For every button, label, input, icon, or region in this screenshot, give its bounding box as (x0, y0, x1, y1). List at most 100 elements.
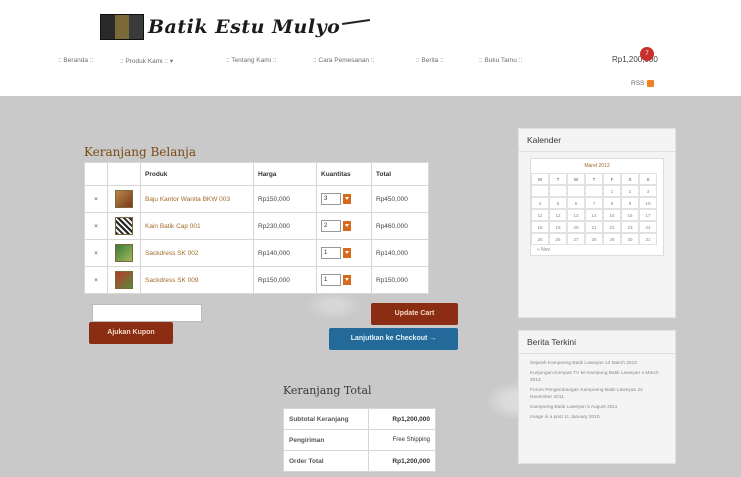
recent-news-widget: Berita Terkini Sejarah Kampoeng Batik La… (518, 330, 676, 464)
totals-row: Pengiriman Free Shipping (283, 429, 436, 451)
remove-column-header (84, 162, 108, 186)
order-total-value: Rp1,200,000 (368, 450, 436, 472)
calendar-day: 23 (621, 221, 639, 233)
proceed-to-checkout-button[interactable]: Lanjutkan ke Checkout → (329, 328, 458, 350)
product-thumbnail[interactable] (115, 190, 133, 208)
weekday-label: T (549, 173, 567, 185)
weekday-label: M (531, 173, 549, 185)
calendar-caption: Maret 2013 (584, 163, 610, 169)
calendar-day: 20 (567, 221, 585, 233)
remove-item-button[interactable]: × (84, 266, 108, 294)
calendar-widget: Kalender Maret 2013 M T W T F S S 1 2 3 … (518, 128, 676, 318)
cart-table: Produk Harga Kuantitas Total × Baju Kant… (84, 162, 429, 294)
nav-item-berita[interactable]: :: Berita :: (416, 57, 444, 64)
calendar-prev-month-link[interactable]: « Nov (531, 245, 663, 255)
calendar-widget-title: Kalender (519, 129, 675, 152)
calendar-day: 10 (639, 197, 657, 209)
calendar-day: 31 (639, 233, 657, 245)
product-name-link[interactable]: Sackdress SK 009 (140, 266, 254, 294)
calendar-week-row: 11 12 13 14 15 16 17 (531, 209, 663, 221)
weekday-label: S (621, 173, 639, 185)
cart-count-badge[interactable]: 7 (640, 47, 654, 61)
update-cart-button[interactable]: Update Cart (371, 303, 458, 325)
calendar-day: 30 (621, 233, 639, 245)
total-column-header: Total (371, 162, 429, 186)
quantity-stepper[interactable]: 1 (321, 247, 351, 259)
nav-item-buku-tamu[interactable]: :: Buku Tamu :: (479, 57, 522, 64)
calendar-week-row: 1 2 3 (531, 185, 663, 197)
calendar-day: 28 (585, 233, 603, 245)
weekday-label: F (603, 173, 621, 185)
calendar-day: 21 (585, 221, 603, 233)
apply-coupon-button[interactable]: Ajukan Kupon (89, 322, 173, 344)
quantity-input[interactable]: 2 (321, 220, 341, 232)
quantity-spinner-icon[interactable] (343, 275, 351, 285)
remove-item-button[interactable]: × (84, 185, 108, 213)
calendar-day: 6 (567, 197, 585, 209)
product-name-link[interactable]: Baju Kantor Wanita BKW 003 (140, 185, 254, 213)
logo-text: Batik Estu Mulyo (148, 16, 341, 38)
quantity-input[interactable]: 1 (321, 247, 341, 259)
news-item-link[interactable]: Image in a post 11 January 2010 (530, 414, 664, 421)
calendar-day: 12 (549, 209, 567, 221)
calendar-day: 1 (603, 185, 621, 197)
rss-icon (647, 80, 655, 87)
product-name-link[interactable]: Kain Batik Cap 001 (140, 212, 254, 240)
quantity-spinner-icon[interactable] (343, 221, 351, 231)
product-name-link[interactable]: Sackdress SK 002 (140, 239, 254, 267)
rss-link[interactable]: RSS (631, 80, 655, 87)
calendar: Maret 2013 M T W T F S S 1 2 3 4 5 6 7 8… (530, 158, 664, 256)
quantity-input[interactable]: 1 (321, 274, 341, 286)
remove-item-button[interactable]: × (84, 239, 108, 267)
product-column-header: Produk (140, 162, 254, 186)
nav-item-beranda[interactable]: :: Beranda :: (58, 57, 93, 64)
product-price: Rp150,000 (253, 185, 317, 213)
product-thumbnail[interactable] (115, 244, 133, 262)
site-logo[interactable]: Batik Estu Mulyo (100, 14, 371, 40)
cart-header-row: Produk Harga Kuantitas Total (84, 162, 429, 186)
news-item-link[interactable]: Sejarah Kampoeng Batik Laweyan 13 March … (530, 360, 664, 367)
calendar-day: 9 (621, 197, 639, 209)
subtotal-value: Rp1,200,000 (368, 408, 436, 430)
product-thumbnail[interactable] (115, 217, 133, 235)
cart-totals-table: Subtotal Keranjang Rp1,200,000 Pengirima… (283, 408, 436, 472)
nav-item-produk[interactable]: :: Produk Kami :: ▾ (120, 57, 173, 65)
quantity-stepper[interactable]: 1 (321, 274, 351, 286)
product-thumbnail[interactable] (115, 271, 133, 289)
calendar-day (549, 185, 567, 197)
calendar-day (531, 185, 549, 197)
price-column-header: Harga (253, 162, 317, 186)
calendar-day: 19 (549, 221, 567, 233)
totals-row: Order Total Rp1,200,000 (283, 450, 436, 472)
nav-item-cara-pemesanan[interactable]: :: Cara Pemesanan :: (313, 57, 374, 64)
news-item-link[interactable]: Kampoeng Batik Laweyan 5 August 2011 (530, 404, 664, 411)
calendar-day: 26 (549, 233, 567, 245)
calendar-day: 22 (603, 221, 621, 233)
calendar-day: 27 (567, 233, 585, 245)
nav-item-tentang[interactable]: :: Tentang Kami :: (226, 57, 276, 64)
shipping-label: Pengiriman (283, 429, 369, 451)
calendar-day: 2 (621, 185, 639, 197)
quantity-stepper[interactable]: 3 (321, 193, 351, 205)
logo-swoosh (342, 19, 371, 25)
quantity-spinner-icon[interactable] (343, 194, 351, 204)
news-item-link[interactable]: Kunjungan Kompas TV ke Kampung Batik Law… (530, 370, 664, 384)
table-row: × Sackdress SK 002 Rp140,000 1 Rp140,000 (84, 239, 429, 267)
recent-news-list: Sejarah Kampoeng Batik Laweyan 13 March … (519, 354, 675, 430)
shipping-value: Free Shipping (368, 429, 436, 451)
subtotal-label: Subtotal Keranjang (283, 408, 369, 430)
coupon-code-input[interactable] (92, 304, 202, 322)
product-price: Rp140,000 (253, 239, 317, 267)
calendar-day: 3 (639, 185, 657, 197)
quantity-column-header: Kuantitas (316, 162, 372, 186)
quantity-stepper[interactable]: 2 (321, 220, 351, 232)
news-item-link[interactable]: Forum Pengembangan Kampoeng Batik Laweya… (530, 387, 664, 401)
rss-label: RSS (631, 80, 645, 87)
thumbnail-column-header (107, 162, 141, 186)
weekday-label: S (639, 173, 657, 185)
order-total-label: Order Total (283, 450, 369, 472)
quantity-input[interactable]: 3 (321, 193, 341, 205)
quantity-spinner-icon[interactable] (343, 248, 351, 258)
calendar-day: 7 (585, 197, 603, 209)
remove-item-button[interactable]: × (84, 212, 108, 240)
